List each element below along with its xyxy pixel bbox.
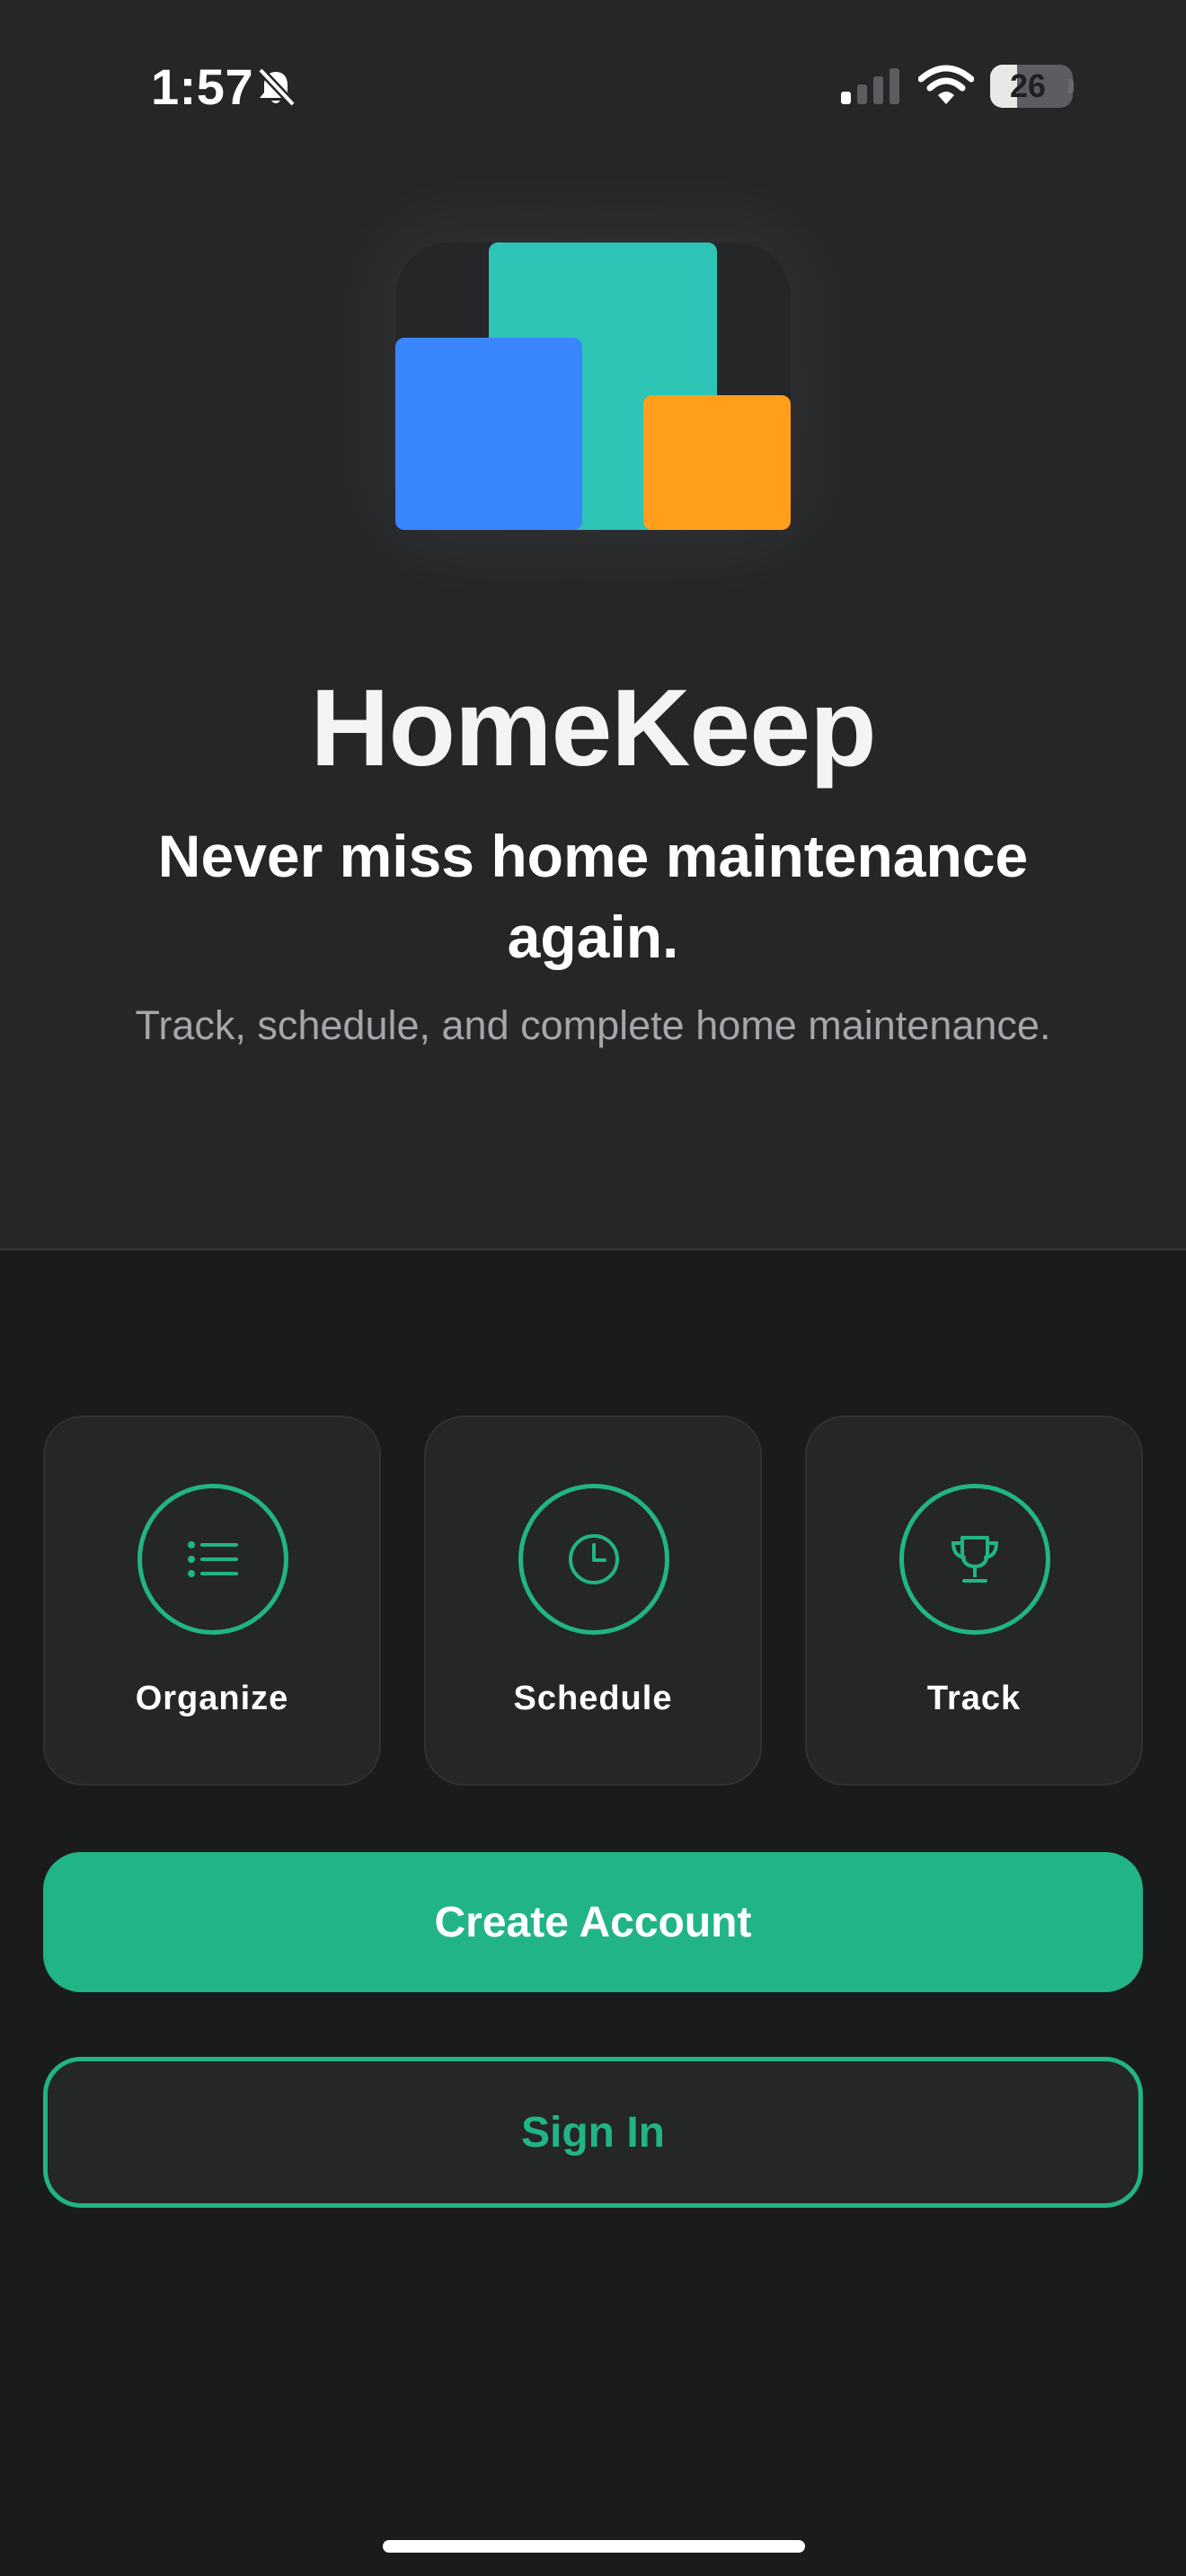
feature-icon-circle xyxy=(518,1484,669,1635)
feature-label: Organize xyxy=(135,1680,289,1717)
welcome-screen: 1:57 26 HomeKeep Never miss home mainten… xyxy=(0,0,1186,2576)
wifi-icon xyxy=(918,65,974,104)
feature-card-track: Track xyxy=(805,1416,1143,1786)
signal-icon xyxy=(841,68,899,104)
app-title: HomeKeep xyxy=(310,666,876,789)
feature-icon-circle xyxy=(899,1484,1050,1635)
sign-in-button[interactable]: Sign In xyxy=(43,2057,1143,2208)
bell-slash-icon xyxy=(257,66,296,108)
trophy-icon xyxy=(951,1536,999,1583)
battery-level: 26 xyxy=(1009,67,1047,104)
feature-icon-circle xyxy=(137,1484,288,1635)
create-account-button[interactable]: Create Account xyxy=(43,1852,1143,1992)
logo-block-orange xyxy=(643,395,791,530)
feature-label: Schedule xyxy=(513,1680,673,1717)
battery-icon: 26 xyxy=(990,65,1074,108)
tagline: Never miss home maintenance again. xyxy=(157,823,1029,970)
home-indicator[interactable] xyxy=(383,2540,805,2553)
logo-block-blue xyxy=(395,338,582,530)
feature-label: Track xyxy=(926,1680,1022,1717)
hero-section: 1:57 26 HomeKeep Never miss home mainten… xyxy=(0,0,1186,1250)
subtitle: Track, schedule, and complete home maint… xyxy=(135,1002,1051,1048)
list-icon xyxy=(188,1541,238,1577)
app-logo xyxy=(377,225,809,548)
status-time: 1:57 xyxy=(151,58,254,115)
clock-icon xyxy=(569,1534,619,1584)
feature-card-organize: Organize xyxy=(43,1416,381,1786)
feature-card-schedule: Schedule xyxy=(424,1416,762,1786)
